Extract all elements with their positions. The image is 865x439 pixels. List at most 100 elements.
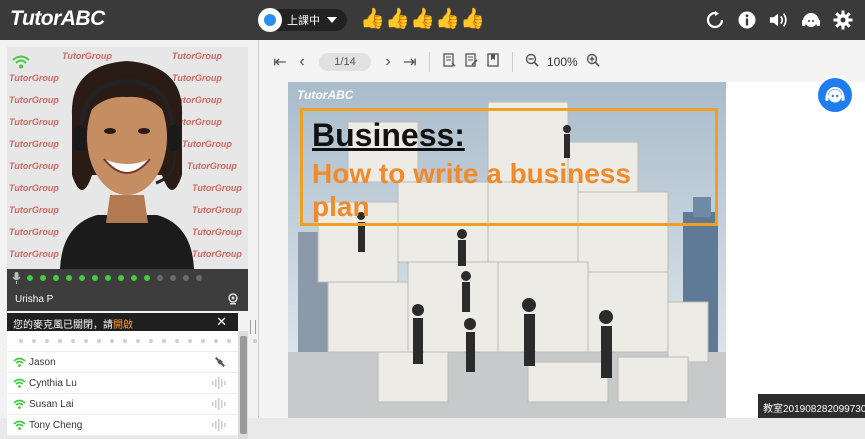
slide-subtitle: How to write a business plan — [312, 158, 631, 222]
mic-level-dot — [201, 339, 205, 343]
thumbs-up-icon[interactable]: 👍 — [410, 8, 435, 30]
student-row[interactable]: Jason — [7, 352, 238, 373]
teacher-portrait — [60, 61, 194, 269]
info-icon[interactable] — [737, 9, 757, 31]
mic-level-dot — [71, 339, 75, 343]
class-status-dropdown[interactable]: 上課中 — [258, 8, 347, 32]
notes-icon[interactable] — [438, 52, 460, 72]
mic-level-dot — [131, 275, 137, 281]
mic-level-dot — [97, 339, 101, 343]
toolbar-divider — [512, 52, 513, 72]
slide-title: Business: — [312, 117, 465, 153]
slide-canvas[interactable]: TutorABC Business: How to write a busine… — [288, 82, 726, 418]
first-page-icon[interactable]: ⇤ — [269, 52, 291, 72]
page-indicator: 1/14 — [319, 53, 371, 71]
teacher-name: Urisha P — [15, 294, 54, 305]
edit-notes-icon[interactable] — [460, 52, 482, 72]
slide-logo: TutorABC — [297, 88, 354, 102]
student-row[interactable]: Tony Cheng — [7, 415, 238, 436]
mic-level-dot — [227, 339, 231, 343]
mic-level-dots — [27, 275, 202, 281]
next-page-icon[interactable]: › — [377, 53, 399, 71]
support-robot-button[interactable] — [818, 78, 852, 112]
panel-resize-handle[interactable] — [250, 320, 256, 334]
robot-icon — [825, 87, 845, 103]
thumbs-up-rating[interactable]: 👍 👍 👍 👍 👍 — [360, 8, 485, 30]
audio-level-icon — [212, 419, 226, 434]
mic-level-dot — [19, 339, 23, 343]
mic-level-dot — [110, 339, 114, 343]
top-bar: TutorABC 上課中 👍 👍 👍 👍 👍 — [0, 0, 865, 40]
teacher-name-bar: Urisha P — [7, 287, 248, 311]
mic-level-dot — [253, 339, 257, 343]
thumbs-up-icon[interactable]: 👍 — [435, 8, 460, 30]
wifi-icon — [13, 357, 26, 367]
notice-text: 您的麥克風已關閉，請 — [13, 320, 113, 331]
mic-level-dot — [149, 339, 153, 343]
mic-level-dot — [183, 275, 189, 281]
mic-level-dot — [92, 275, 98, 281]
wifi-icon — [13, 399, 26, 409]
student-list: Jason Cynthia Lu Susan Lai Tony Cheng — [7, 331, 257, 436]
thumbs-up-icon[interactable]: 👍 — [460, 8, 485, 30]
scrollbar-thumb[interactable] — [240, 336, 247, 434]
slide-title-box: Business: How to write a business plan — [300, 108, 718, 226]
mic-level-dot — [45, 339, 49, 343]
mic-level-dot — [27, 275, 33, 281]
mic-level-dot — [32, 339, 36, 343]
bookmark-icon[interactable] — [482, 52, 504, 72]
student-name: Tony Cheng — [29, 419, 83, 431]
zoom-level: 100% — [547, 55, 578, 69]
self-mic-level-dots — [19, 339, 257, 343]
camera-icon[interactable] — [227, 293, 239, 305]
mic-level-dot — [40, 275, 46, 281]
mic-level-dot — [79, 275, 85, 281]
mic-level-dot — [175, 339, 179, 343]
chevron-down-icon — [327, 17, 337, 23]
student-name: Susan Lai — [29, 398, 74, 410]
mic-level-dot — [123, 339, 127, 343]
mic-level-dot — [66, 275, 72, 281]
wifi-icon — [12, 55, 30, 69]
zoom-in-icon[interactable] — [582, 53, 604, 72]
mic-level-dot — [157, 275, 163, 281]
previous-page-icon[interactable]: ‹ — [291, 53, 313, 71]
mic-level-dot — [105, 275, 111, 281]
student-row[interactable]: Cynthia Lu — [7, 373, 238, 394]
mic-level-dot — [58, 339, 62, 343]
class-status-label: 上課中 — [287, 15, 320, 27]
refresh-icon[interactable] — [705, 9, 725, 31]
mic-level-dot — [162, 339, 166, 343]
viewer-toolbar: ⇤ ‹ 1/14 › ⇥ 100% — [259, 48, 865, 76]
thumbs-up-icon[interactable]: 👍 — [360, 8, 385, 30]
mic-off-notice: 您的麥克風已關閉，請開啟 ✕ — [7, 313, 238, 331]
mic-level-dot — [136, 339, 140, 343]
wifi-icon — [13, 420, 26, 430]
toolbar-divider — [429, 52, 430, 72]
student-name: Jason — [29, 356, 56, 368]
mic-level-dot — [170, 275, 176, 281]
top-actions — [705, 9, 853, 31]
app-logo: TutorABC — [10, 7, 105, 30]
wifi-icon — [13, 378, 26, 388]
microphone-icon — [12, 272, 21, 284]
material-viewer: ⇤ ‹ 1/14 › ⇥ 100% TutorABC Business: How… — [258, 40, 865, 418]
left-panel: TutorGroup TutorGroup TutorGroup TutorGr… — [0, 40, 258, 439]
mic-level-dot — [53, 275, 59, 281]
mic-level-dot — [84, 339, 88, 343]
satellite-icon — [214, 356, 226, 371]
last-page-icon[interactable]: ⇥ — [399, 52, 421, 72]
audio-level-icon — [212, 377, 226, 392]
zoom-out-icon[interactable] — [521, 53, 543, 72]
support-agent-icon[interactable] — [801, 9, 821, 31]
enable-mic-link[interactable]: 開啟 — [113, 320, 133, 331]
audio-level-icon — [212, 398, 226, 413]
mic-level-dot — [188, 339, 192, 343]
classroom-id: 教室2019082820997308 — [758, 394, 865, 418]
thumbs-up-icon[interactable]: 👍 — [385, 8, 410, 30]
speaker-icon[interactable] — [769, 9, 789, 31]
gear-icon[interactable] — [833, 9, 853, 31]
student-row[interactable]: Susan Lai — [7, 394, 238, 415]
mic-level-dot — [214, 339, 218, 343]
close-icon[interactable]: ✕ — [216, 314, 227, 330]
